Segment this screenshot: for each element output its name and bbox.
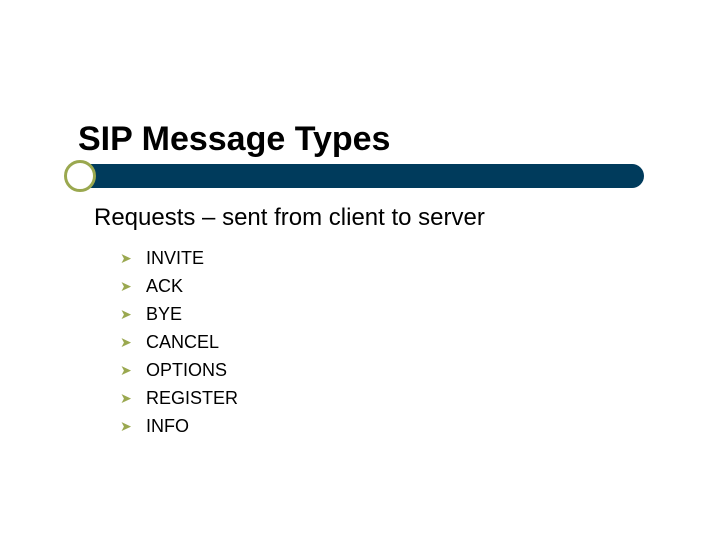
list-item: ➤ INVITE [120, 244, 238, 272]
list-item-label: OPTIONS [146, 356, 227, 384]
request-list: ➤ INVITE ➤ ACK ➤ BYE ➤ CANCEL ➤ OPTIONS … [120, 244, 238, 440]
arrow-bullet-icon: ➤ [120, 356, 136, 384]
arrow-bullet-icon: ➤ [120, 384, 136, 412]
arrow-bullet-icon: ➤ [120, 300, 136, 328]
slide-title: SIP Message Types [78, 120, 390, 159]
arrow-bullet-icon: ➤ [120, 412, 136, 440]
list-item-label: CANCEL [146, 328, 219, 356]
list-item-label: INFO [146, 412, 189, 440]
list-item: ➤ INFO [120, 412, 238, 440]
arrow-bullet-icon: ➤ [120, 272, 136, 300]
list-item-label: BYE [146, 300, 182, 328]
slide: SIP Message Types Requests – sent from c… [0, 0, 720, 540]
list-item-label: ACK [146, 272, 183, 300]
list-item: ➤ OPTIONS [120, 356, 238, 384]
list-item: ➤ BYE [120, 300, 238, 328]
arrow-bullet-icon: ➤ [120, 328, 136, 356]
subtitle: Requests – sent from client to server [94, 204, 485, 232]
list-item-label: REGISTER [146, 384, 238, 412]
title-underline-bar [78, 164, 644, 188]
list-item: ➤ ACK [120, 272, 238, 300]
list-item: ➤ CANCEL [120, 328, 238, 356]
list-item-label: INVITE [146, 244, 204, 272]
title-bullet-dot [64, 160, 96, 192]
list-item: ➤ REGISTER [120, 384, 238, 412]
arrow-bullet-icon: ➤ [120, 244, 136, 272]
